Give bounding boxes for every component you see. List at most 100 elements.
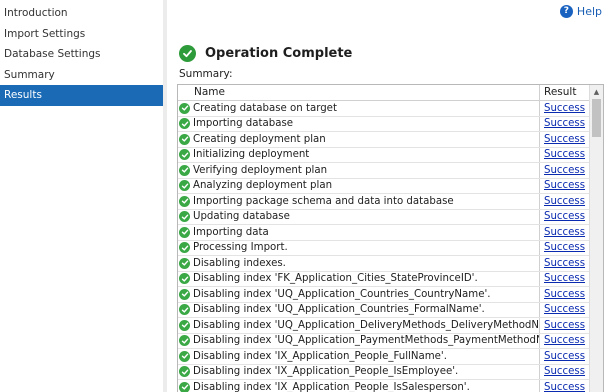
row-name: Disabling index 'IX_Application_People_I… bbox=[193, 381, 470, 392]
success-link[interactable]: Success bbox=[544, 289, 585, 300]
help-label: Help bbox=[576, 5, 602, 18]
success-check-icon bbox=[179, 335, 190, 347]
success-link[interactable]: Success bbox=[544, 149, 585, 160]
success-link[interactable]: Success bbox=[544, 258, 585, 269]
row-result-cell: Success bbox=[540, 334, 590, 349]
scroll-up-arrow-icon[interactable]: ▲ bbox=[590, 85, 603, 98]
table-row[interactable]: Disabling index 'UQ_Application_Countrie… bbox=[178, 287, 603, 303]
help-link[interactable]: ? Help bbox=[559, 5, 602, 18]
row-name-cell: Importing database bbox=[178, 116, 540, 131]
success-link[interactable]: Success bbox=[544, 320, 585, 331]
row-name: Importing data bbox=[193, 226, 269, 238]
success-check-icon bbox=[179, 211, 190, 223]
table-row[interactable]: Analyzing deployment plan Success bbox=[178, 178, 603, 194]
row-name-cell: Disabling index 'UQ_Application_Countrie… bbox=[178, 287, 540, 302]
success-link[interactable]: Success bbox=[544, 196, 585, 207]
row-name-cell: Processing Import. bbox=[178, 240, 540, 255]
row-result-cell: Success bbox=[540, 380, 590, 392]
success-check-icon bbox=[179, 45, 196, 62]
success-check-icon bbox=[179, 133, 190, 145]
column-header-name[interactable]: Name bbox=[178, 85, 540, 100]
success-link[interactable]: Success bbox=[544, 103, 585, 114]
help-icon: ? bbox=[559, 5, 573, 18]
row-name-cell: Disabling index 'IX_Application_People_I… bbox=[178, 380, 540, 392]
success-check-icon bbox=[179, 102, 190, 114]
success-link[interactable]: Success bbox=[544, 118, 585, 129]
success-check-icon bbox=[179, 319, 190, 331]
table-row[interactable]: Disabling index 'UQ_Application_Delivery… bbox=[178, 318, 603, 334]
row-name: Disabling index 'UQ_Application_Countrie… bbox=[193, 288, 491, 300]
table-row[interactable]: Disabling index 'UQ_Application_PaymentM… bbox=[178, 333, 603, 349]
row-name: Processing Import. bbox=[193, 242, 288, 254]
success-link[interactable]: Success bbox=[544, 382, 585, 392]
table-row[interactable]: Disabling index 'IX_Application_People_F… bbox=[178, 349, 603, 365]
scroll-thumb[interactable] bbox=[592, 99, 601, 137]
table-row[interactable]: Importing data Success bbox=[178, 225, 603, 241]
success-check-icon bbox=[179, 273, 190, 285]
success-check-icon bbox=[179, 226, 190, 238]
table-body: Creating database on target Success Import… bbox=[178, 101, 603, 392]
success-link[interactable]: Success bbox=[544, 351, 585, 362]
nav-item-results[interactable]: Results bbox=[0, 85, 163, 106]
table-row[interactable]: Processing Import. Success bbox=[178, 240, 603, 256]
success-link[interactable]: Success bbox=[544, 304, 585, 315]
table-row[interactable]: Disabling indexes. Success bbox=[178, 256, 603, 272]
table-row[interactable]: Updating database Success bbox=[178, 209, 603, 225]
row-result-cell: Success bbox=[540, 101, 590, 116]
success-check-icon bbox=[179, 149, 190, 161]
table-row[interactable]: Disabling index 'IX_Application_People_I… bbox=[178, 364, 603, 380]
table-row[interactable]: Importing package schema and data into d… bbox=[178, 194, 603, 210]
success-check-icon bbox=[179, 118, 190, 130]
row-name: Analyzing deployment plan bbox=[193, 180, 333, 192]
row-result-cell: Success bbox=[540, 303, 590, 318]
success-link[interactable]: Success bbox=[544, 273, 585, 284]
table-row[interactable]: Creating database on target Success bbox=[178, 101, 603, 117]
table-row[interactable]: Creating deployment plan Success bbox=[178, 132, 603, 148]
success-link[interactable]: Success bbox=[544, 335, 585, 346]
row-result-cell: Success bbox=[540, 163, 590, 178]
nav-item-database-settings[interactable]: Database Settings bbox=[0, 44, 163, 65]
column-header-result[interactable]: Result bbox=[540, 85, 590, 100]
row-result-cell: Success bbox=[540, 287, 590, 302]
row-name: Disabling index 'UQ_Application_Countrie… bbox=[193, 304, 485, 316]
nav-item-summary[interactable]: Summary bbox=[0, 65, 163, 86]
nav-item-introduction[interactable]: Introduction bbox=[0, 3, 163, 24]
row-result-cell: Success bbox=[540, 132, 590, 147]
table-row[interactable]: Disabling index 'FK_Application_Cities_S… bbox=[178, 271, 603, 287]
row-result-cell: Success bbox=[540, 117, 590, 132]
results-table[interactable]: Name Result Creating database on target S… bbox=[177, 84, 604, 392]
nav-item-import-settings[interactable]: Import Settings bbox=[0, 24, 163, 45]
row-name: Verifying deployment plan bbox=[193, 164, 328, 176]
row-name: Disabling index 'FK_Application_Cities_S… bbox=[193, 273, 478, 285]
row-name-cell: Verifying deployment plan bbox=[178, 163, 540, 178]
success-check-icon bbox=[179, 257, 190, 269]
row-name-cell: Disabling index 'UQ_Application_Delivery… bbox=[178, 318, 540, 333]
row-name-cell: Updating database bbox=[178, 209, 540, 224]
success-link[interactable]: Success bbox=[544, 134, 585, 145]
success-link[interactable]: Success bbox=[544, 211, 585, 222]
row-name: Creating deployment plan bbox=[193, 133, 326, 145]
success-check-icon bbox=[179, 164, 190, 176]
row-name: Importing database bbox=[193, 118, 294, 130]
success-link[interactable]: Success bbox=[544, 165, 585, 176]
table-row[interactable]: Initializing deployment Success bbox=[178, 147, 603, 163]
table-row[interactable]: Verifying deployment plan Success bbox=[178, 163, 603, 179]
row-result-cell: Success bbox=[540, 179, 590, 194]
table-row[interactable]: Disabling index 'UQ_Application_Countrie… bbox=[178, 302, 603, 318]
row-result-cell: Success bbox=[540, 272, 590, 287]
row-result-cell: Success bbox=[540, 318, 590, 333]
row-result-cell: Success bbox=[540, 349, 590, 364]
success-link[interactable]: Success bbox=[544, 242, 585, 253]
row-name: Importing package schema and data into d… bbox=[193, 195, 454, 207]
row-name-cell: Importing data bbox=[178, 225, 540, 240]
success-link[interactable]: Success bbox=[544, 227, 585, 238]
row-name-cell: Disabling indexes. bbox=[178, 256, 540, 271]
success-link[interactable]: Success bbox=[544, 366, 585, 377]
success-link[interactable]: Success bbox=[544, 180, 585, 191]
table-row[interactable]: Importing database Success bbox=[178, 116, 603, 132]
row-name: Disabling index 'IX_Application_People_F… bbox=[193, 350, 447, 362]
table-row[interactable]: Disabling index 'IX_Application_People_I… bbox=[178, 380, 603, 392]
row-name-cell: Disabling index 'FK_Application_Cities_S… bbox=[178, 271, 540, 286]
row-result-cell: Success bbox=[540, 148, 590, 163]
vertical-scrollbar[interactable]: ▲ bbox=[589, 85, 603, 392]
